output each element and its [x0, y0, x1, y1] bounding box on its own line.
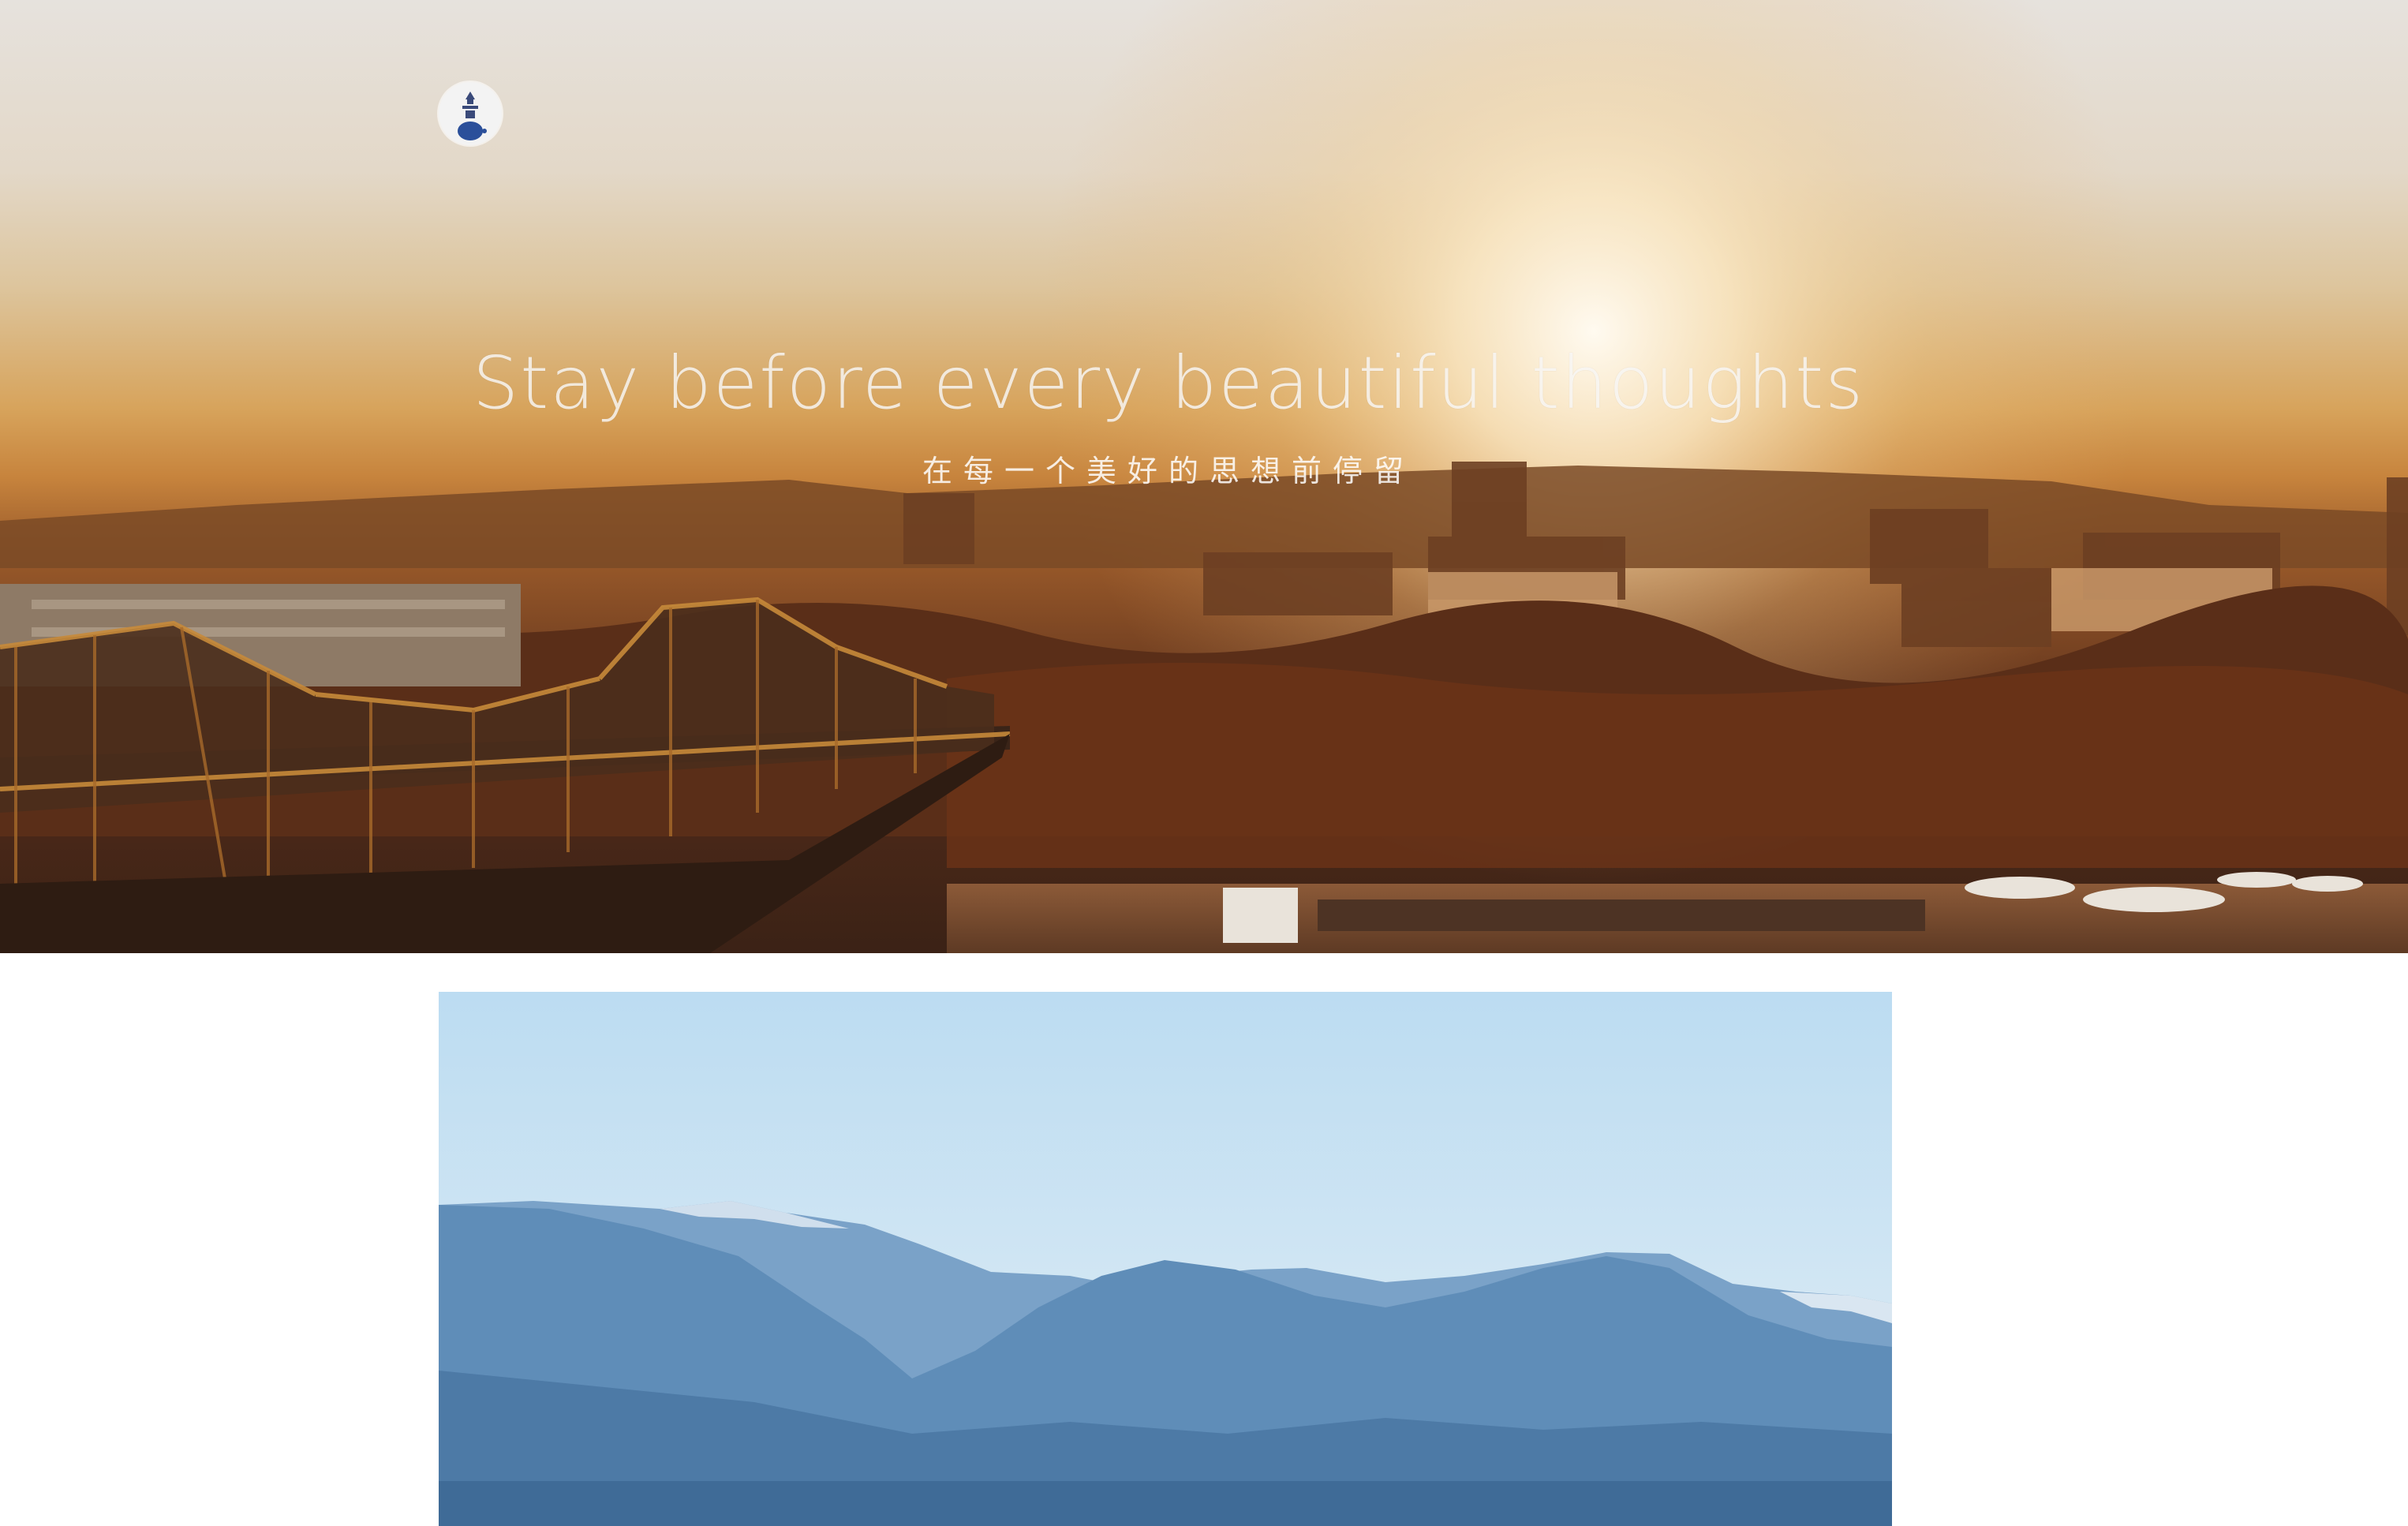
site-logo[interactable] [439, 82, 502, 145]
lighthouse-logo-icon [458, 92, 487, 140]
hero-title: Stay before every beautiful thoughts [472, 341, 1865, 425]
featured-post-image[interactable] [439, 992, 1892, 1526]
hero-banner: Stay before every beautiful thoughts 在每一… [0, 0, 2408, 953]
hero-subtitle: 在每一个美好的思想前停留 [922, 454, 1415, 488]
mountain-landscape-image [439, 1201, 1892, 1526]
